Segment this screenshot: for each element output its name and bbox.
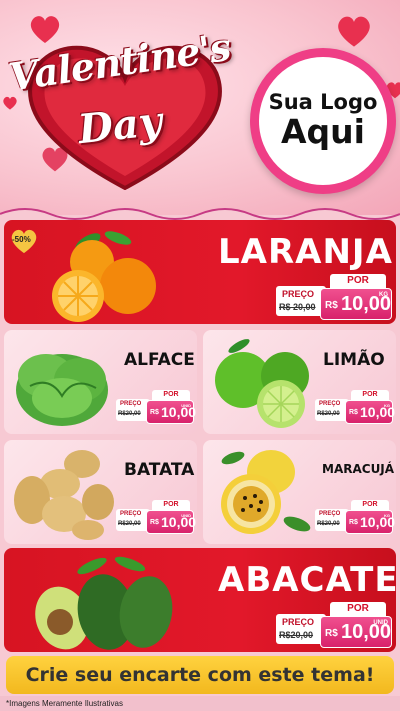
old-price: R$20,00 <box>118 411 141 417</box>
unit-label: KG <box>379 292 388 298</box>
unit-label: UNID <box>181 403 191 408</box>
product-name: LIMÃO <box>323 350 385 370</box>
new-price-box: R$ 10,00 UNID <box>146 510 196 534</box>
product-card-alface[interactable]: ALFACE POR PREÇO R$20,00 R$ 10,00 UNID <box>4 330 197 434</box>
price-tag: POR PREÇO R$20,00 R$ 10,00 KG <box>315 388 395 428</box>
product-name: BATATA <box>124 460 195 480</box>
unit-label: UNID <box>181 513 191 518</box>
product-card-laranja[interactable]: LARANJA POR PREÇO R$ 20,00 R$ 10,00 KG <box>4 220 396 324</box>
preco-box: PREÇO R$20,00 <box>315 399 349 421</box>
footer-disclaimer: *Imagens Meramente Ilustrativas <box>0 696 400 711</box>
product-card-abacate[interactable]: ABACATE POR PREÇO R$20,00 R$ 10,00 UNID <box>4 548 396 652</box>
por-label: POR <box>152 390 190 400</box>
preco-box: PREÇO R$ 20,00 <box>276 286 326 316</box>
product-card-maracuja[interactable]: MARACUJÁ POR PREÇO R$20,00 R$ 10,00 KG <box>203 440 396 544</box>
new-price-box: R$ 10,00 UNID <box>146 400 196 424</box>
currency: R$ <box>325 628 338 639</box>
por-label: POR <box>351 500 389 510</box>
old-price: R$20,00 <box>279 630 314 640</box>
product-name: LARANJA <box>218 232 393 272</box>
product-name: ALFACE <box>124 350 195 370</box>
preco-label: PREÇO <box>120 511 142 517</box>
heart-icon <box>338 16 370 47</box>
por-label: POR <box>351 390 389 400</box>
potato-image <box>14 450 114 540</box>
por-label: POR <box>330 602 386 616</box>
por-label: POR <box>330 274 386 288</box>
preco-box: PREÇO R$20,00 <box>276 614 326 644</box>
product-name: MARACUJÁ <box>322 462 395 476</box>
price-tag: POR PREÇO R$20,00 R$ 10,00 UNID <box>276 598 392 650</box>
lettuce-image <box>16 354 108 426</box>
product-card-batata[interactable]: BATATA POR PREÇO R$20,00 R$ 10,00 UNID <box>4 440 197 544</box>
por-label: POR <box>152 500 190 510</box>
currency: R$ <box>150 409 159 416</box>
avocado-image <box>35 556 173 650</box>
price-tag: POR PREÇO R$20,00 R$ 10,00 UNID <box>116 498 196 538</box>
orange-image <box>52 231 156 322</box>
old-price: R$20,00 <box>118 521 141 527</box>
passion-fruit-image <box>221 450 311 534</box>
price-tag: POR PREÇO R$20,00 R$ 10,00 KG <box>315 498 395 538</box>
unit-label: UNID <box>373 620 388 626</box>
lime-image <box>215 339 309 428</box>
header-banner: Valentine's Day Sua Logo Aqui <box>0 0 400 215</box>
new-price-box: R$ 10,00 KG <box>320 288 392 320</box>
unit-label: KG <box>384 403 390 408</box>
new-price-box: R$ 10,00 KG <box>345 400 395 424</box>
preco-box: PREÇO R$20,00 <box>116 509 150 531</box>
logo-placeholder: Sua Logo Aqui <box>250 48 396 194</box>
currency: R$ <box>349 409 358 416</box>
currency: R$ <box>349 519 358 526</box>
product-card-limao[interactable]: LIMÃO POR PREÇO R$20,00 R$ 10,00 KG <box>203 330 396 434</box>
preco-label: PREÇO <box>319 401 341 407</box>
new-price-box: R$ 10,00 UNID <box>320 616 392 648</box>
price-tag: POR PREÇO R$20,00 R$ 10,00 UNID <box>116 388 196 428</box>
price-tag: POR PREÇO R$ 20,00 R$ 10,00 KG <box>276 270 392 322</box>
unit-label: KG <box>384 513 390 518</box>
old-price: R$20,00 <box>317 521 340 527</box>
old-price: R$20,00 <box>317 411 340 417</box>
preco-box: PREÇO R$20,00 <box>315 509 349 531</box>
discount-label: -50% <box>12 235 31 244</box>
preco-label: PREÇO <box>282 289 315 299</box>
new-price-box: R$ 10,00 KG <box>345 510 395 534</box>
logo-text-line1: Sua Logo <box>268 90 378 115</box>
cta-banner[interactable]: Crie seu encarte com este tema! <box>6 656 394 694</box>
preco-label: PREÇO <box>282 617 315 627</box>
product-name: ABACATE <box>218 560 396 600</box>
currency: R$ <box>150 519 159 526</box>
old-price: R$ 20,00 <box>279 302 316 312</box>
preco-box: PREÇO R$20,00 <box>116 399 150 421</box>
logo-text-line2: Aqui <box>281 112 365 152</box>
currency: R$ <box>325 300 338 311</box>
preco-label: PREÇO <box>120 401 142 407</box>
preco-label: PREÇO <box>319 511 341 517</box>
